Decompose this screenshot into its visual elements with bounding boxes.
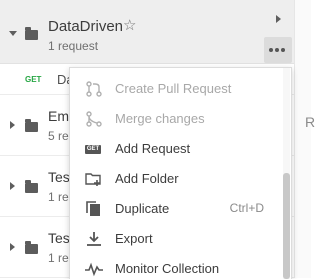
folder-icon [25, 27, 38, 40]
menu-item-label: Export [115, 231, 153, 246]
menu-item-duplicate[interactable]: Duplicate Ctrl+D [70, 194, 282, 224]
right-panel-edge [294, 0, 311, 278]
chevron-right-icon [276, 15, 281, 23]
duplicate-icon [86, 201, 100, 216]
menu-item-export[interactable]: Export [70, 224, 282, 254]
pull-request-icon [86, 81, 102, 97]
collection-request-count: 1 re [48, 190, 69, 204]
chevron-right-icon[interactable] [10, 121, 15, 129]
monitor-icon [85, 262, 103, 277]
folder-icon [25, 180, 38, 193]
menu-item-create-pull-request[interactable]: Create Pull Request [70, 74, 282, 104]
expand-collection-button[interactable] [264, 5, 292, 33]
menu-item-label: Merge changes [115, 111, 205, 126]
collection-request-count: 5 re [48, 129, 69, 143]
chevron-right-icon[interactable] [10, 182, 15, 190]
chevron-down-icon[interactable] [9, 31, 17, 36]
menu-item-label: Create Pull Request [115, 81, 232, 96]
collection-request-count: 1 re [48, 251, 69, 265]
more-dots-icon [269, 48, 287, 52]
add-folder-icon [85, 173, 101, 186]
collection-name: Tes [48, 169, 70, 185]
star-icon[interactable]: ☆ [123, 16, 136, 34]
menu-item-label: Duplicate [115, 201, 170, 216]
menu-item-add-folder[interactable]: Add Folder [70, 164, 282, 194]
menu-item-label: Monitor Collection [115, 261, 220, 276]
menu-item-merge-changes[interactable]: Merge changes [70, 104, 282, 134]
collection-request-count: 1 request [48, 39, 99, 53]
menu-item-monitor-collection[interactable]: Monitor Collection [70, 254, 282, 279]
menu-item-label: Add Request [115, 141, 191, 156]
collection-name: Tes [48, 230, 70, 246]
chevron-right-icon[interactable] [10, 243, 15, 251]
more-actions-button[interactable] [264, 37, 292, 63]
get-request-icon: GET [85, 141, 103, 157]
folder-icon [25, 119, 38, 132]
collection-header-datadriven[interactable]: DataDriven ☆ 1 request [0, 0, 294, 64]
menu-item-label: Add Folder [115, 171, 179, 186]
right-panel-text: R [305, 114, 316, 130]
collection-actions-menu: Create Pull Request Merge changes GET Ad… [69, 67, 292, 279]
folder-icon [25, 241, 38, 254]
get-request-icon-text: GET [85, 145, 101, 154]
merge-icon [86, 111, 102, 127]
export-icon [87, 232, 101, 246]
menu-scrollbar-thumb[interactable] [283, 173, 290, 279]
menu-item-add-request[interactable]: GET Add Request [70, 134, 282, 164]
keyboard-shortcut: Ctrl+D [229, 201, 264, 215]
method-badge: GET [25, 75, 42, 84]
menu-scrollbar[interactable] [283, 68, 290, 279]
collection-name: DataDriven [48, 18, 124, 35]
